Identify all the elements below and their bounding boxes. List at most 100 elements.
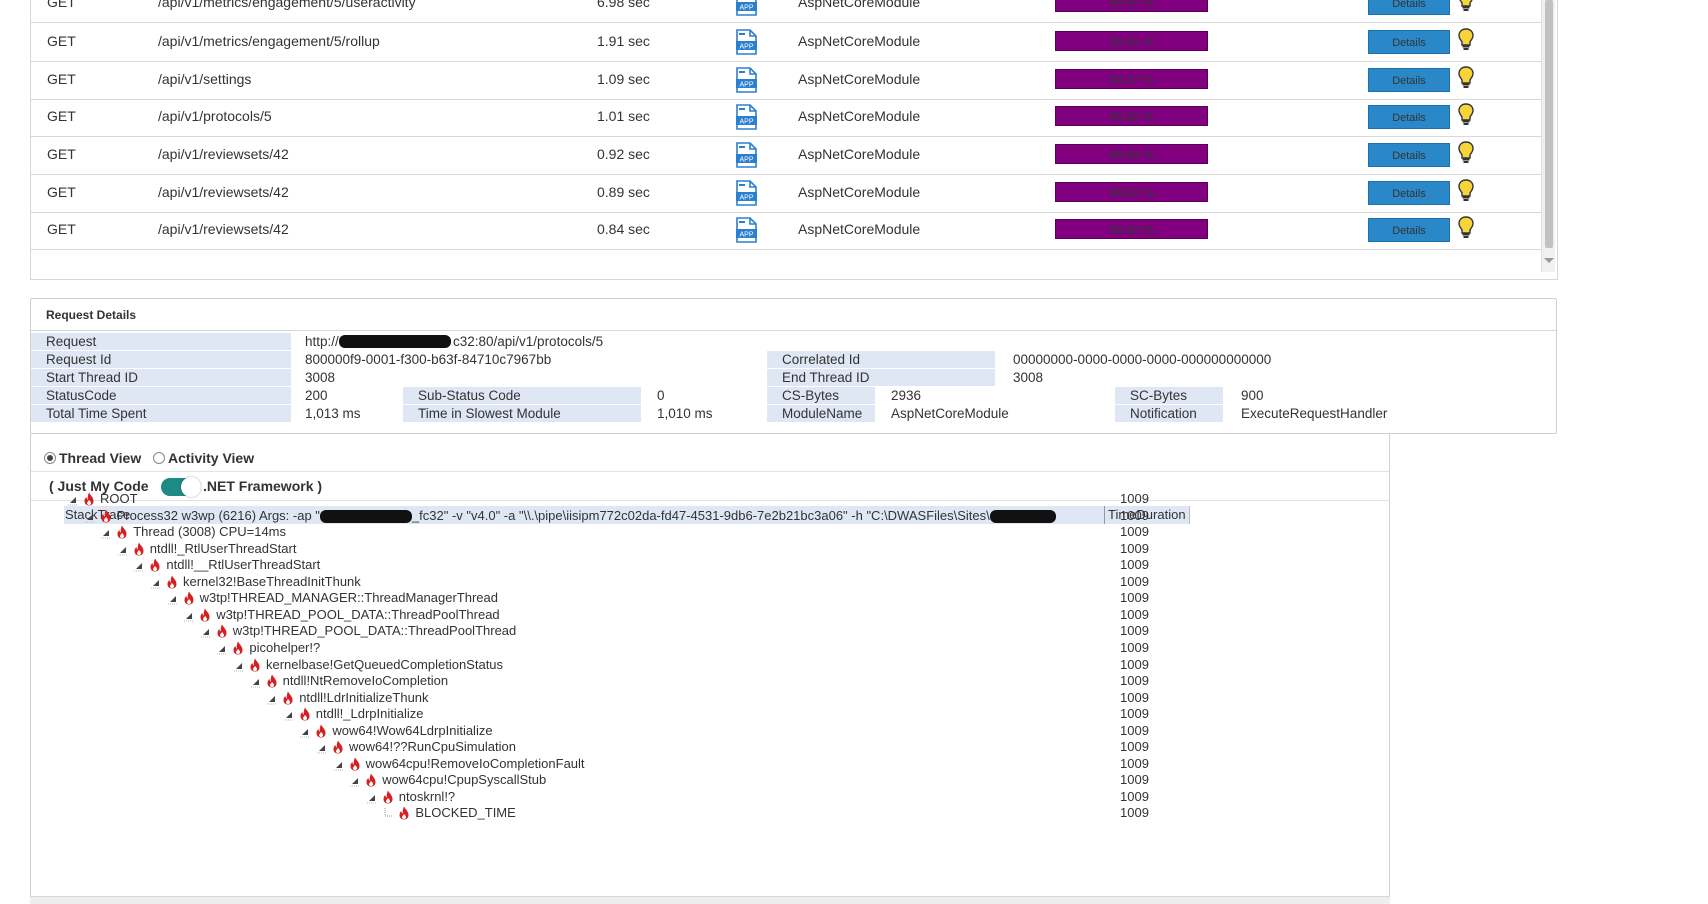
tree-node[interactable]: wow64!??RunCpuSimulation xyxy=(31,738,1151,756)
request-row[interactable]: GET /api/v1/reviewsets/42 0.89 sec APP A… xyxy=(31,172,1541,213)
request-row[interactable]: GET /api/v1/reviewsets/42 0.84 sec APP A… xyxy=(31,209,1541,250)
request-list-scrollbar[interactable] xyxy=(1541,0,1555,272)
app-icon: APP xyxy=(733,0,759,16)
module-name-value: AspNetCoreModule xyxy=(891,406,1009,421)
sub-status-label: Sub-Status Code xyxy=(403,387,641,404)
view-selector: Thread View Activity View xyxy=(31,446,1389,472)
flame-icon xyxy=(315,724,327,738)
request-method: GET xyxy=(47,108,76,124)
request-row[interactable]: GET /api/v1/reviewsets/42 0.92 sec APP A… xyxy=(31,134,1541,175)
tree-collapse-icon[interactable] xyxy=(84,510,96,523)
lightbulb-icon[interactable] xyxy=(1457,27,1475,53)
tree-node-time: 1009 xyxy=(1120,805,1149,820)
request-time: 1.09 sec xyxy=(597,71,650,87)
tree-collapse-icon[interactable] xyxy=(349,774,361,787)
details-button[interactable]: Details xyxy=(1368,181,1450,205)
tree-collapse-icon[interactable] xyxy=(67,493,79,506)
sc-bytes-value: 900 xyxy=(1241,388,1264,403)
tree-node[interactable]: ROOT xyxy=(31,490,1151,508)
request-details-title: Request Details xyxy=(31,299,1556,331)
details-button[interactable]: Details xyxy=(1368,105,1450,129)
tree-collapse-icon[interactable] xyxy=(316,741,328,754)
tree-node-text: ntdll!_LdrpInitialize xyxy=(315,706,424,721)
tree-collapse-icon[interactable] xyxy=(283,708,295,721)
tree-node[interactable]: BLOCKED_TIME xyxy=(31,804,1151,822)
tree-node[interactable]: ntdll!_LdrpInitialize xyxy=(31,705,1151,723)
request-row[interactable]: GET /api/v1/protocols/5 1.01 sec APP Asp… xyxy=(31,96,1541,137)
tree-collapse-icon[interactable] xyxy=(183,609,195,622)
tree-node[interactable]: ntdll!NtRemoveIoCompletion xyxy=(31,672,1151,690)
flame-icon xyxy=(83,492,95,506)
request-row[interactable]: GET /api/v1/settings 1.09 sec APP AspNet… xyxy=(31,59,1541,100)
flame-icon xyxy=(365,773,377,787)
request-time: 0.89 sec xyxy=(597,184,650,200)
details-button[interactable]: Details xyxy=(1368,0,1450,15)
horizontal-scrollbar[interactable] xyxy=(30,896,1390,904)
request-row[interactable]: GET /api/v1/metrics/engagement/5/useract… xyxy=(31,0,1541,23)
lightbulb-icon[interactable] xyxy=(1457,0,1475,14)
tree-node[interactable]: w3tp!THREAD_MANAGER::ThreadManagerThread xyxy=(31,589,1151,607)
tree-node-text: wow64!??RunCpuSimulation xyxy=(349,739,516,754)
redacted-app-name xyxy=(319,510,412,524)
tree-collapse-icon[interactable] xyxy=(117,543,129,556)
status-code-value: 200 xyxy=(305,388,328,403)
flame-icon xyxy=(216,624,228,638)
app-icon: APP xyxy=(733,217,759,243)
lightbulb-icon[interactable] xyxy=(1457,140,1475,166)
svg-text:APP: APP xyxy=(739,5,753,12)
tree-node-time: 1009 xyxy=(1120,772,1149,787)
request-url: /api/v1/reviewsets/42 xyxy=(158,184,289,200)
scroll-down-arrow-icon[interactable] xyxy=(1544,258,1554,263)
activity-view-label[interactable]: Activity View xyxy=(168,450,254,466)
tree-node[interactable]: Thread (3008) CPU=14ms xyxy=(31,523,1151,541)
request-method: GET xyxy=(47,33,76,49)
app-icon: APP xyxy=(733,142,759,168)
tree-node[interactable]: w3tp!THREAD_POOL_DATA::ThreadPoolThread xyxy=(31,622,1151,640)
end-thread-label: End Thread ID xyxy=(767,369,995,386)
tree-node[interactable]: ntdll!__RtlUserThreadStart xyxy=(31,556,1151,574)
lightbulb-icon[interactable] xyxy=(1457,178,1475,204)
thread-view-radio[interactable] xyxy=(44,452,56,464)
request-time: 0.84 sec xyxy=(597,221,650,237)
slowest-module-label: Time in Slowest Module xyxy=(403,405,641,422)
details-button[interactable]: Details xyxy=(1368,218,1450,242)
request-time: 1.91 sec xyxy=(597,33,650,49)
flame-icon xyxy=(199,608,211,622)
details-button[interactable]: Details xyxy=(1368,30,1450,54)
request-list: GET /api/v1/metrics/engagement/5/useract… xyxy=(30,0,1558,280)
tree-collapse-icon[interactable] xyxy=(233,659,245,672)
lightbulb-icon[interactable] xyxy=(1457,65,1475,91)
tree-collapse-icon[interactable] xyxy=(216,642,228,655)
details-button[interactable]: Details xyxy=(1368,143,1450,167)
activity-view-radio[interactable] xyxy=(153,452,165,464)
tree-node-text: wow64cpu!CpupSyscallStub xyxy=(382,772,547,787)
tree-collapse-icon[interactable] xyxy=(133,559,145,572)
tree-collapse-icon[interactable] xyxy=(150,576,162,589)
tree-collapse-icon[interactable] xyxy=(366,791,378,804)
column-separator[interactable] xyxy=(1189,506,1190,524)
redacted-host xyxy=(339,335,451,348)
request-row[interactable]: GET /api/v1/metrics/engagement/5/rollup … xyxy=(31,21,1541,62)
percent-bar: 99.90 % xyxy=(1055,219,1208,239)
details-button[interactable]: Details xyxy=(1368,68,1450,92)
percent-bar: 99.62 % xyxy=(1055,182,1208,202)
scrollbar-thumb[interactable] xyxy=(1545,0,1553,248)
tree-collapse-icon[interactable] xyxy=(250,675,262,688)
lightbulb-icon[interactable] xyxy=(1457,102,1475,128)
notification-value: ExecuteRequestHandler xyxy=(1241,406,1388,421)
flame-icon xyxy=(100,509,112,523)
lightbulb-icon[interactable] xyxy=(1457,215,1475,241)
tree-node[interactable]: picohelper!? xyxy=(31,639,1151,657)
tree-node[interactable]: wow64cpu!CpupSyscallStub xyxy=(31,771,1151,789)
redacted-site-path xyxy=(989,510,1056,524)
cs-bytes-value: 2936 xyxy=(891,388,922,403)
thread-view-label[interactable]: Thread View xyxy=(59,450,141,466)
tree-collapse-icon[interactable] xyxy=(266,692,278,705)
tree-collapse-icon[interactable] xyxy=(333,758,345,771)
tree-collapse-icon[interactable] xyxy=(167,592,179,605)
tree-collapse-icon[interactable] xyxy=(200,625,212,638)
tree-collapse-icon[interactable] xyxy=(100,526,112,539)
flame-icon xyxy=(332,740,344,754)
tree-collapse-icon[interactable] xyxy=(299,725,311,738)
request-method: GET xyxy=(47,71,76,87)
